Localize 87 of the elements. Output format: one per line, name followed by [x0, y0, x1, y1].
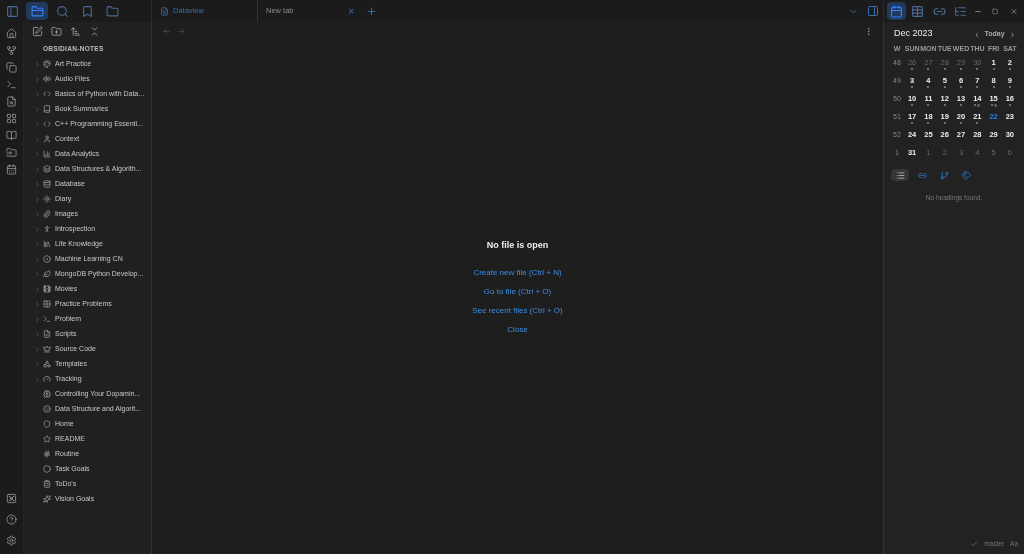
file-icon [160, 6, 169, 16]
chevron-icon[interactable] [33, 165, 41, 173]
settings-icon[interactable] [6, 535, 17, 546]
more-icon[interactable] [864, 26, 873, 36]
item-icon [43, 405, 51, 414]
item-icon [43, 105, 51, 114]
item-icon [43, 135, 51, 144]
check-icon [970, 540, 979, 549]
item-icon [43, 150, 51, 159]
item-icon [43, 90, 51, 99]
chevron-icon[interactable] [33, 90, 41, 98]
calendar-icon[interactable] [887, 2, 907, 20]
item-icon [43, 480, 51, 489]
chevron-icon[interactable] [33, 60, 41, 68]
chevron-icon[interactable] [33, 180, 41, 188]
files-tab[interactable] [26, 2, 48, 20]
action-link[interactable]: Go to file (Ctrl + O) [483, 285, 552, 305]
chevron-icon[interactable] [33, 360, 41, 368]
file-search-icon[interactable] [6, 95, 17, 108]
item-icon [43, 240, 51, 249]
chevron-icon[interactable] [33, 345, 41, 353]
item-icon [43, 210, 51, 219]
item-icon [43, 330, 51, 339]
chevron-icon[interactable] [33, 270, 41, 278]
chevron-icon[interactable] [33, 195, 41, 203]
chevron-icon[interactable] [33, 105, 41, 113]
chevron-icon[interactable] [33, 225, 41, 233]
action-link[interactable]: See recent files (Ctrl + O) [472, 304, 563, 324]
folder-icon[interactable] [6, 146, 17, 159]
forward-icon[interactable] [177, 26, 186, 36]
item-icon [43, 375, 51, 384]
calendar-icon[interactable] [6, 163, 17, 176]
item-icon [43, 450, 51, 459]
item-icon [43, 255, 51, 264]
action-link[interactable]: Create new file (Ctrl + N) [473, 266, 562, 286]
new-tab-icon[interactable] [366, 5, 377, 17]
item-icon [43, 300, 51, 309]
sort-icon[interactable] [70, 26, 81, 37]
chevron-icon[interactable] [33, 300, 41, 308]
item-icon [43, 270, 51, 279]
close-icon[interactable] [1010, 6, 1019, 16]
item-icon [43, 420, 51, 429]
maximize-icon[interactable] [992, 7, 999, 15]
new-note-icon[interactable] [32, 26, 43, 37]
calendar-month: Dec 2023 [894, 27, 933, 41]
empty-title: No file is open [486, 239, 549, 252]
book-icon[interactable] [6, 129, 17, 142]
help-icon[interactable] [6, 514, 17, 525]
action-link[interactable]: Close [507, 323, 528, 343]
chevron-icon[interactable] [33, 315, 41, 323]
chevron-icon[interactable] [33, 150, 41, 158]
item-icon [43, 285, 51, 294]
copy-icon[interactable] [6, 61, 17, 74]
item-icon [43, 225, 51, 234]
chevron-icon[interactable] [33, 330, 41, 338]
terminal-icon[interactable] [6, 78, 17, 91]
item-icon [43, 435, 51, 444]
sidebar-toggle-icon[interactable] [867, 5, 879, 17]
grid-icon[interactable] [6, 112, 17, 125]
item-icon [43, 345, 51, 354]
item-icon [43, 180, 51, 189]
chevron-icon[interactable] [33, 375, 41, 383]
home-icon[interactable] [6, 27, 17, 40]
chevron-icon[interactable] [33, 210, 41, 218]
item-icon [43, 315, 51, 324]
item-icon [43, 120, 51, 129]
item-icon [43, 495, 51, 504]
chevron-icon[interactable] [33, 240, 41, 248]
item-icon [43, 390, 51, 399]
back-icon[interactable] [162, 26, 171, 36]
item-icon [43, 360, 51, 369]
item-icon [43, 75, 51, 84]
item-icon [43, 195, 51, 204]
chevron-icon[interactable] [33, 255, 41, 263]
graph-icon[interactable] [6, 44, 17, 57]
chevron-icon[interactable] [33, 75, 41, 83]
next-month-button[interactable]: › [1010, 26, 1014, 42]
new-folder-icon[interactable] [51, 26, 62, 37]
item-icon [43, 165, 51, 174]
collapse-icon[interactable] [89, 26, 100, 37]
item-icon [43, 60, 51, 69]
chevron-icon[interactable] [33, 285, 41, 293]
prev-month-button[interactable]: ‹ [975, 26, 979, 42]
chevron-icon[interactable] [33, 135, 41, 143]
chevron-icon[interactable] [33, 120, 41, 128]
list-icon[interactable] [891, 169, 909, 181]
item-icon [43, 465, 51, 474]
